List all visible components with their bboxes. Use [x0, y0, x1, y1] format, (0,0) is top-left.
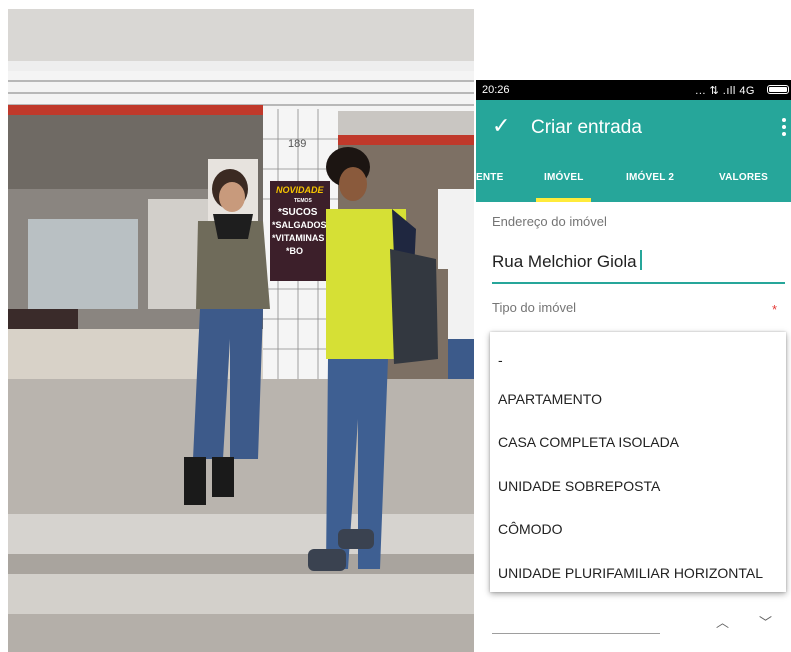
- dropdown-option[interactable]: UNIDADE PLURIFAMILIAR HORIZONTAL: [498, 565, 763, 581]
- photo-illustration: 189 NOVIDADE TEMOS *SUCOS *SALGADOS *VIT…: [8, 9, 474, 652]
- tab-valores[interactable]: VALORES: [719, 172, 768, 183]
- street-photo: 189 NOVIDADE TEMOS *SUCOS *SALGADOS *VIT…: [8, 9, 474, 652]
- overflow-menu-icon[interactable]: [779, 115, 789, 139]
- status-bar: 20:26 ... ⇅ .ıll 4G: [476, 80, 791, 100]
- phone-screen: 20:26 ... ⇅ .ıll 4G ✓ Criar entrada ENTE…: [476, 80, 791, 652]
- address-underline: [492, 282, 785, 284]
- dropdown-option[interactable]: APARTAMENTO: [498, 391, 602, 407]
- tab-imovel[interactable]: IMÓVEL: [544, 172, 584, 183]
- tab-bar: ENTE IMÓVEL IMÓVEL 2 VALORES: [476, 154, 791, 202]
- dropdown-option[interactable]: CASA COMPLETA ISOLADA: [498, 434, 679, 450]
- network-indicator-icon: ... ⇅ .ıll 4G: [695, 85, 755, 97]
- check-icon[interactable]: ✓: [492, 112, 510, 140]
- type-dropdown-menu: - APARTAMENTO CASA COMPLETA ISOLADA UNID…: [490, 332, 786, 592]
- battery-icon: [767, 85, 789, 94]
- tab-imovel-2[interactable]: IMÓVEL 2: [626, 172, 674, 183]
- sign-line: *SUCOS: [278, 207, 318, 218]
- chevron-down-icon[interactable]: ﹀: [759, 612, 772, 631]
- status-time: 20:26: [482, 84, 510, 96]
- address-value: Rua Melchior Giola: [492, 252, 637, 271]
- sign-line: *BO: [286, 246, 303, 256]
- required-mark: *: [771, 302, 777, 317]
- text-caret: [639, 250, 642, 270]
- hidden-field-underline: [492, 633, 660, 634]
- promo-sign: [270, 181, 330, 281]
- sign-heading: NOVIDADE: [276, 185, 325, 195]
- tab-cliente[interactable]: ENTE: [476, 172, 503, 183]
- type-label: Tipo do imóvel: [492, 300, 577, 315]
- sign-line: *SALGADOS: [272, 220, 327, 230]
- sign-sub: TEMOS: [294, 198, 312, 204]
- dropdown-option[interactable]: CÔMODO: [498, 521, 563, 537]
- address-label: Endereço do imóvel: [492, 214, 607, 229]
- page-title: Criar entrada: [531, 117, 642, 138]
- wall-number: 189: [288, 138, 306, 150]
- sign-line: *VITAMINAS: [272, 233, 324, 243]
- dropdown-option[interactable]: -: [498, 352, 503, 368]
- address-field[interactable]: Rua Melchior Giola: [492, 250, 642, 272]
- app-bar: ✓ Criar entrada: [476, 100, 791, 154]
- dropdown-option[interactable]: UNIDADE SOBREPOSTA: [498, 478, 660, 494]
- chevron-up-icon[interactable]: ︿: [716, 612, 729, 631]
